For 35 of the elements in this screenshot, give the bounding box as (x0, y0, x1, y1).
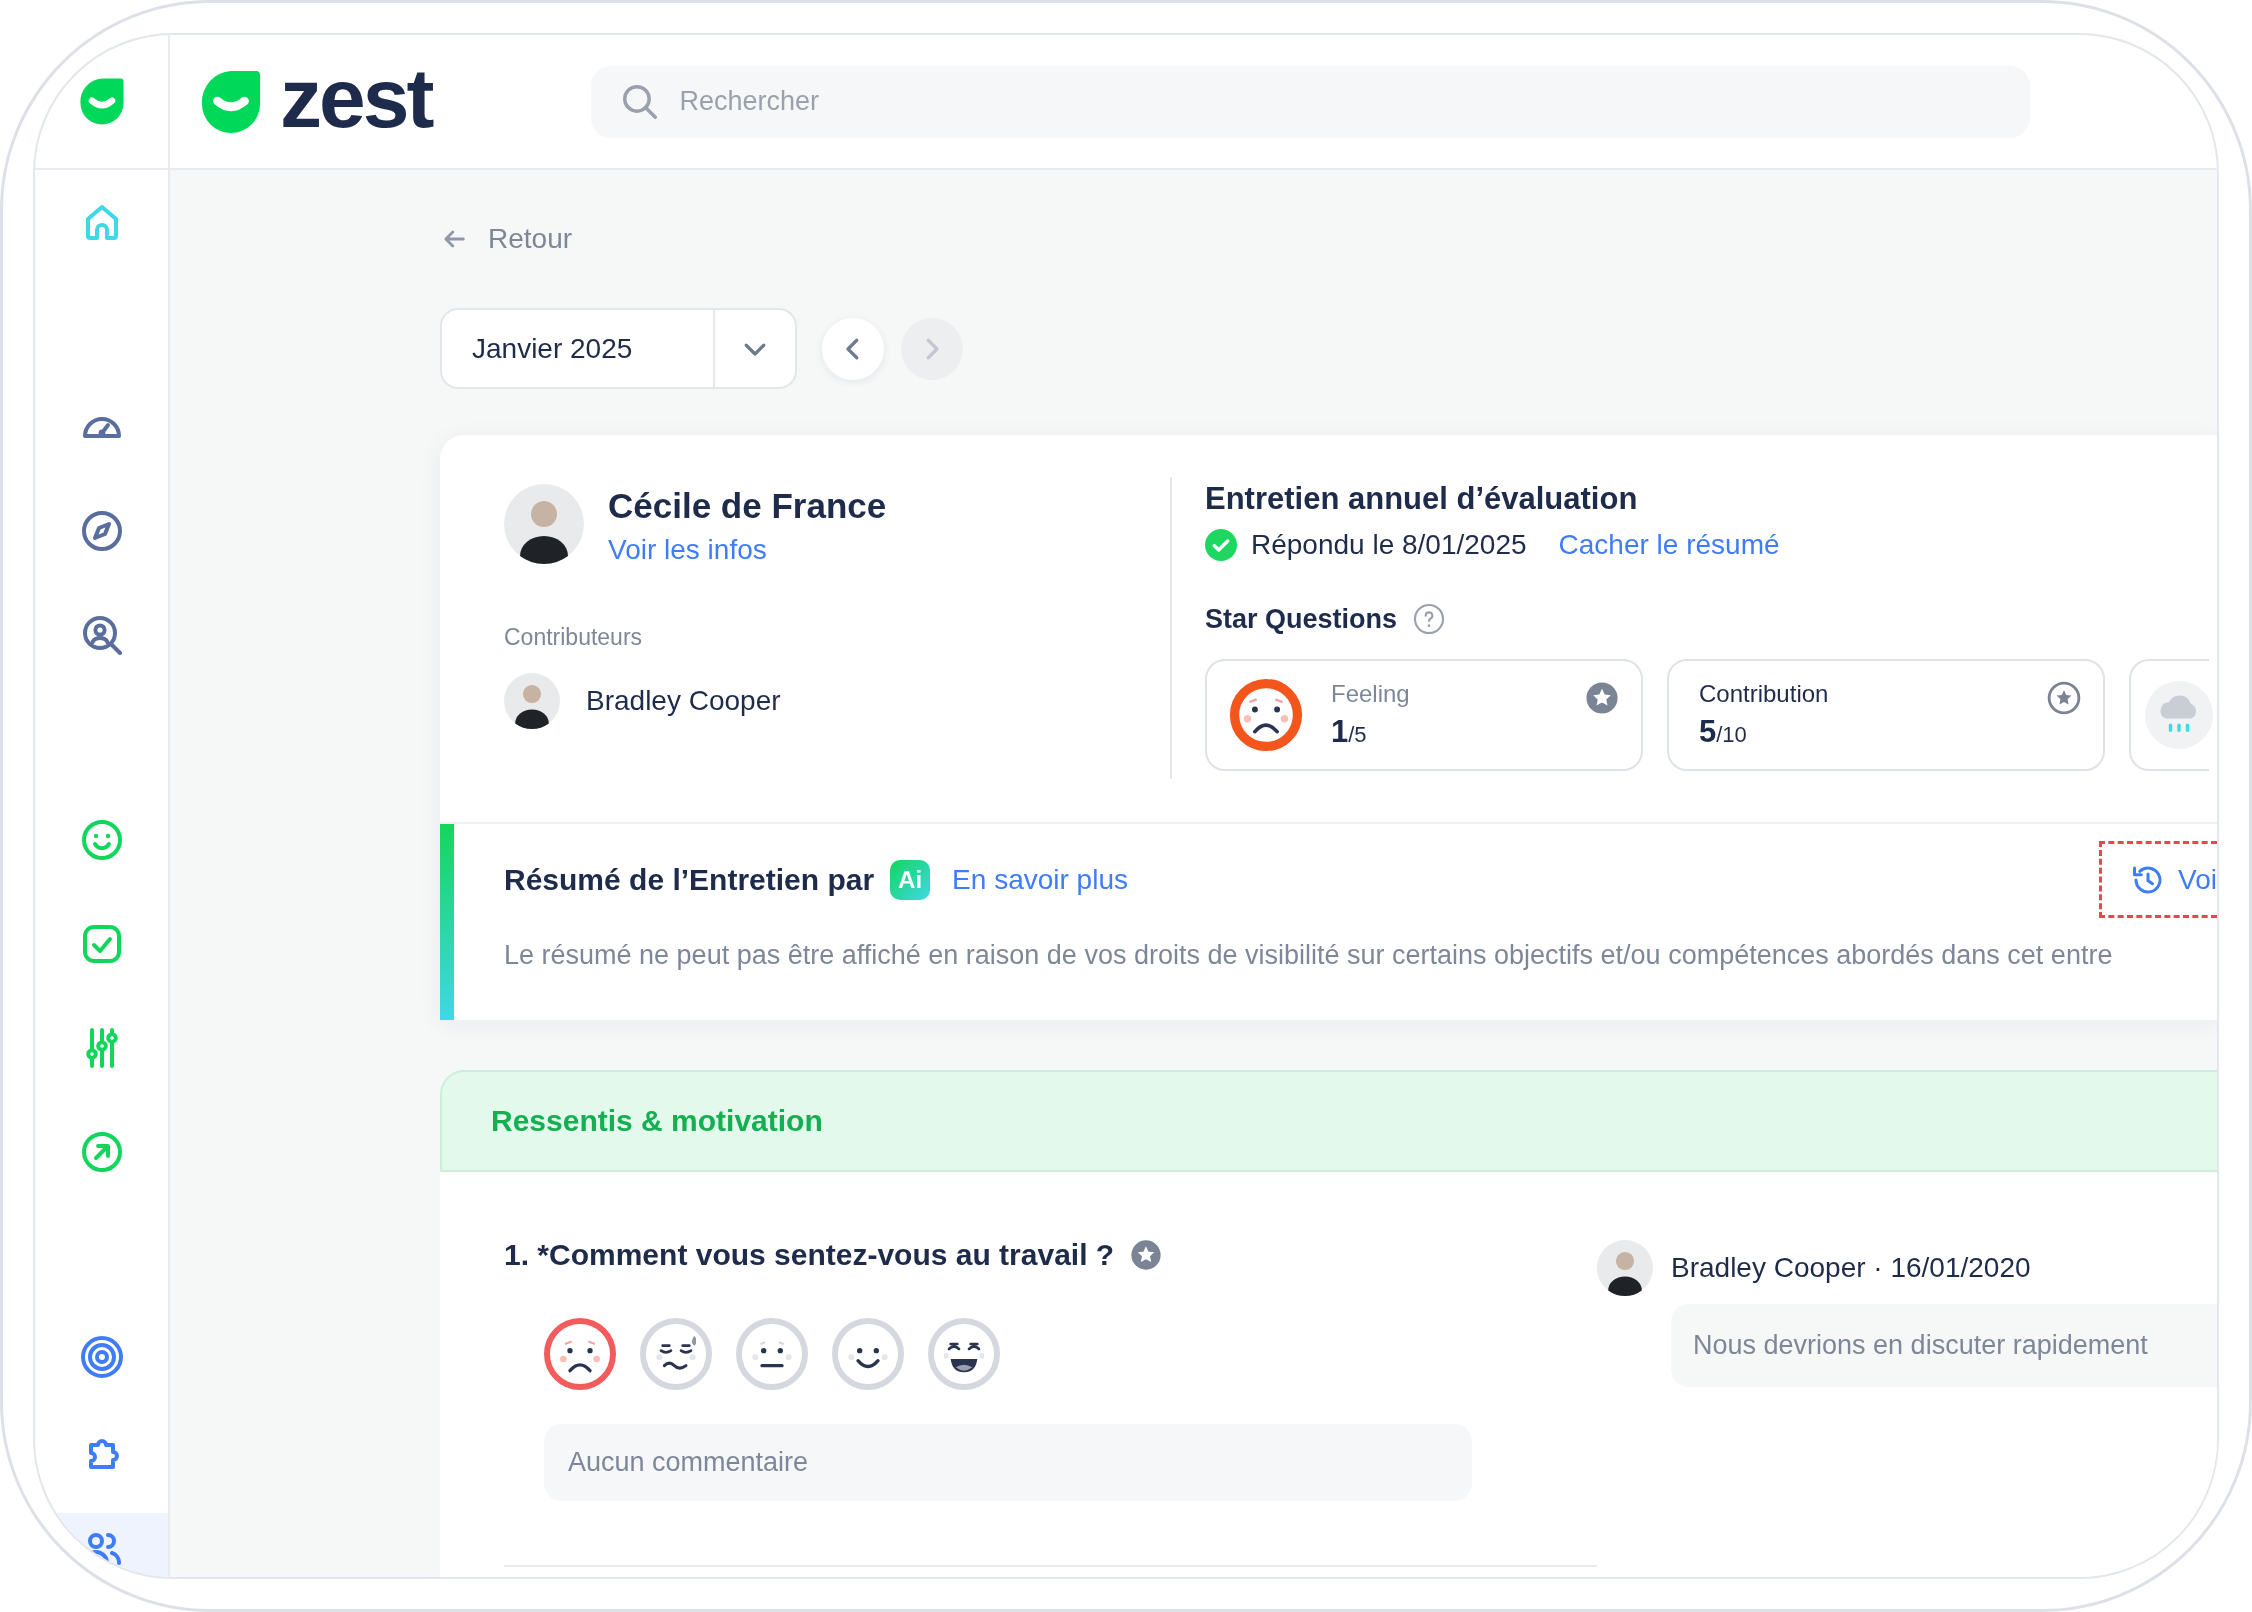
section-title: Ressentis & motivation (491, 1104, 823, 1138)
rain-cloud-icon (2145, 681, 2213, 749)
check-circle-icon (1205, 529, 1237, 561)
month-select[interactable]: Janvier 2025 (440, 308, 797, 389)
info-link[interactable]: Voir les infos (608, 534, 767, 566)
logo-icon (200, 68, 262, 135)
question-label: Contribution (1699, 680, 1829, 708)
contributors-label: Contributeurs (504, 624, 644, 651)
logo-wordmark: zest (280, 55, 432, 140)
avatar-placeholder (504, 673, 560, 729)
back-link[interactable]: Retour (440, 219, 573, 259)
score-value: 5/10 (1699, 714, 1748, 750)
question-text: 1. *Comment vous sentez-vous au travail ? (504, 1238, 1115, 1272)
help-icon (1413, 603, 1446, 635)
search-field[interactable]: Rechercher (591, 65, 2031, 138)
summary-title: Résumé de l’Entretien par (504, 862, 875, 897)
logo-icon (78, 77, 125, 126)
hide-summary-link[interactable]: Cacher le résumé (1558, 529, 1780, 561)
history-button[interactable]: Voi (2099, 841, 2217, 918)
review-title: Entretien annuel d’évaluation (1205, 480, 1639, 518)
sad-face-icon (1229, 678, 1303, 752)
person-name: Cécile de France (608, 485, 887, 527)
ai-badge: Ai (890, 859, 931, 900)
status-text: Répondu le 8/01/2025 (1251, 529, 1527, 561)
learn-more-link[interactable]: En savoir plus (952, 863, 1128, 896)
comment-field[interactable]: Aucun commentaire (544, 1424, 1472, 1501)
summary-text: Le résumé ne peut pas être affiché en raison de vos droits de visibilité sur certains objectifs et/ou compétences abordés dans cet entre (504, 940, 2114, 971)
section-label: Star Questions (1205, 603, 1398, 635)
contributor-name: Bradley Cooper (586, 685, 781, 717)
reply-author: Bradley Cooper · 16/01/2020 (1671, 1252, 2031, 1284)
avatar-placeholder (1597, 1240, 1653, 1296)
reply-bubble: Nous devrions en discuter rapidement (1671, 1304, 2217, 1387)
score-value: 1/5 (1331, 714, 1368, 750)
search-icon (623, 84, 658, 119)
question-label: Feeling (1331, 680, 1410, 708)
